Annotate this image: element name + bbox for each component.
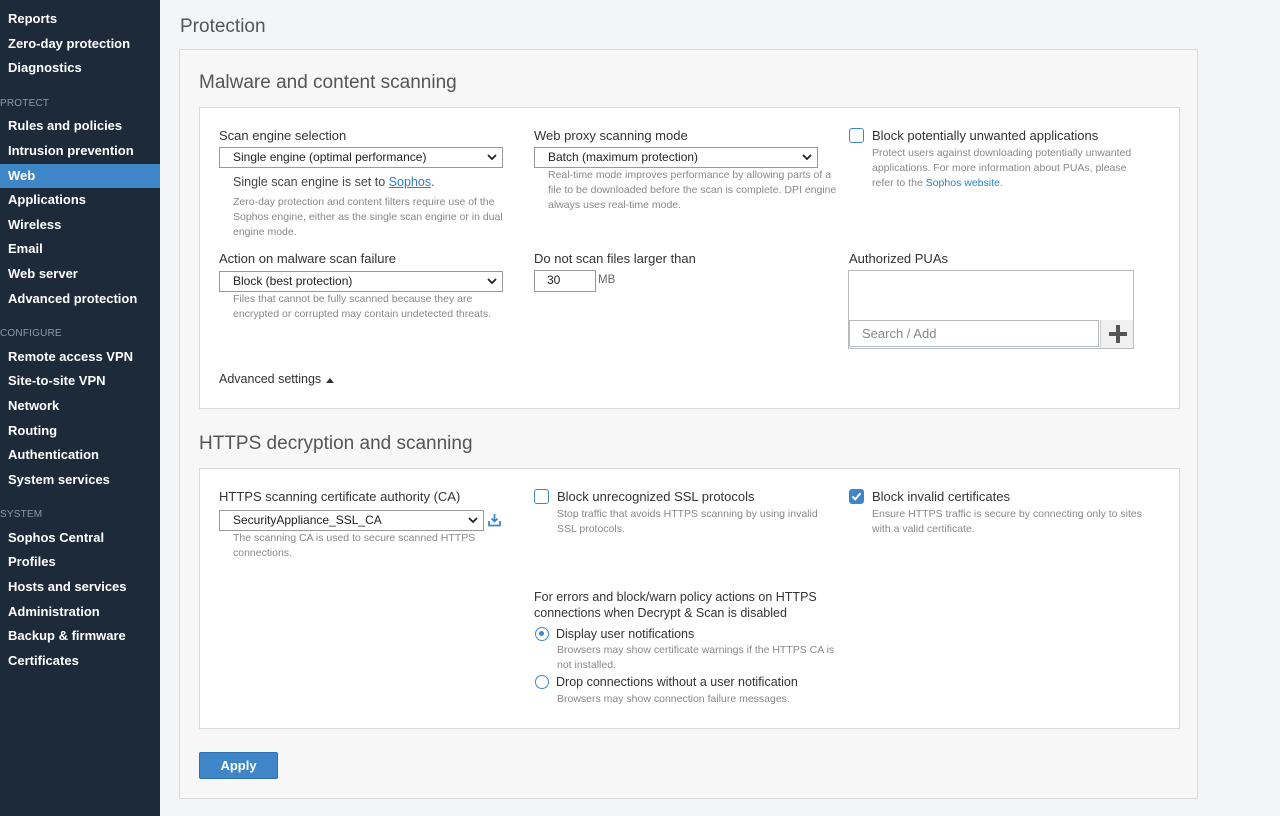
plus-icon xyxy=(1109,325,1127,343)
nav-section-configure: CONFIGURE xyxy=(0,328,62,339)
display-notifications-radio[interactable] xyxy=(535,627,549,641)
scan-failure-help: Files that cannot be fully scanned becau… xyxy=(233,293,491,320)
nav-item-email[interactable]: Email xyxy=(0,237,160,261)
nav-item-hosts-and-services[interactable]: Hosts and services xyxy=(0,575,160,599)
nav-item-advanced-protection[interactable]: Advanced protection xyxy=(0,287,160,311)
ca-value: SecurityAppliance_SSL_CA xyxy=(233,513,382,527)
block-pua-help: Protect users against downloading potent… xyxy=(872,146,1147,191)
pua-search-input[interactable]: Search / Add xyxy=(849,320,1099,347)
display-notifications-help: Browsers may show certificate warnings i… xyxy=(557,644,835,671)
drop-connections-label: Drop connections without a user notifica… xyxy=(556,675,798,689)
nav-item-zero-day-protection[interactable]: Zero-day protection xyxy=(0,32,160,56)
nav-item-network[interactable]: Network xyxy=(0,394,160,418)
scan-failure-select[interactable]: Block (best protection) xyxy=(219,271,503,292)
drop-connections-radio[interactable] xyxy=(535,675,549,689)
nav-item-applications[interactable]: Applications xyxy=(0,188,160,212)
advanced-settings-label: Advanced settings xyxy=(219,372,322,386)
block-ssl-label: Block unrecognized SSL protocols xyxy=(557,489,755,504)
ca-help: The scanning CA is used to secure scanne… xyxy=(233,532,476,559)
authorized-puas-label: Authorized PUAs xyxy=(849,251,948,266)
nav-item-reports[interactable]: Reports xyxy=(0,7,160,31)
proxy-mode-select[interactable]: Batch (maximum protection) xyxy=(534,147,818,168)
scan-engine-note-period: . xyxy=(431,175,435,189)
nav-item-routing[interactable]: Routing xyxy=(0,419,160,443)
proxy-mode-value: Batch (maximum protection) xyxy=(548,150,699,164)
apply-button[interactable]: Apply xyxy=(199,752,278,779)
nav-item-diagnostics[interactable]: Diagnostics xyxy=(0,56,160,80)
chevron-down-icon xyxy=(802,154,812,161)
proxy-mode-help: Real-time mode improves performance by a… xyxy=(548,169,837,211)
chevron-down-icon xyxy=(487,154,497,161)
add-pua-button[interactable] xyxy=(1100,320,1133,348)
scan-engine-label: Scan engine selection xyxy=(219,128,347,143)
max-size-label: Do not scan files larger than xyxy=(534,251,696,266)
errors-heading-line1: For errors and block/warn policy actions… xyxy=(534,590,817,604)
nav-item-system-services[interactable]: System services xyxy=(0,468,160,492)
block-ssl-checkbox[interactable] xyxy=(534,489,549,504)
proxy-mode-label: Web proxy scanning mode xyxy=(534,128,688,143)
nav-item-sophos-central[interactable]: Sophos Central xyxy=(0,526,160,550)
scan-engine-value: Single engine (optimal performance) xyxy=(233,150,427,164)
max-size-unit: MB xyxy=(598,274,616,286)
caret-up-icon xyxy=(325,378,334,383)
nav-item-web[interactable]: Web xyxy=(0,164,160,188)
ca-select[interactable]: SecurityAppliance_SSL_CA xyxy=(219,510,484,531)
scan-failure-value: Block (best protection) xyxy=(233,274,353,288)
nav-item-wireless[interactable]: Wireless xyxy=(0,213,160,237)
sophos-website-link[interactable]: Sophos website xyxy=(926,177,1000,189)
download-ca-icon[interactable] xyxy=(488,513,501,527)
display-notifications-label: Display user notifications xyxy=(556,627,695,641)
sidebar: Reports Zero-day protection Diagnostics … xyxy=(0,0,160,816)
nav-section-system: SYSTEM xyxy=(0,509,43,520)
scan-engine-select[interactable]: Single engine (optimal performance) xyxy=(219,147,503,168)
nav-item-backup-firmware[interactable]: Backup & firmware xyxy=(0,624,160,648)
nav-item-site-to-site-vpn[interactable]: Site-to-site VPN xyxy=(0,369,160,393)
block-pua-label: Block potentially unwanted applications xyxy=(872,128,1099,143)
block-ssl-help: Stop traffic that avoids HTTPS scanning … xyxy=(557,508,818,535)
scan-engine-note-text: Single scan engine is set to xyxy=(233,175,386,189)
scan-engine-help: Zero-day protection and content filters … xyxy=(233,196,503,238)
nav-item-remote-access-vpn[interactable]: Remote access VPN xyxy=(0,345,160,369)
scan-failure-label: Action on malware scan failure xyxy=(219,251,397,266)
nav-item-rules-and-policies[interactable]: Rules and policies xyxy=(0,114,160,138)
page-title: Protection xyxy=(180,16,266,37)
nav-item-administration[interactable]: Administration xyxy=(0,600,160,624)
checkmark-icon xyxy=(851,492,862,501)
nav-item-authentication[interactable]: Authentication xyxy=(0,443,160,467)
block-invalid-cert-help: Ensure HTTPS traffic is secure by connec… xyxy=(872,508,1143,535)
nav-item-intrusion-prevention[interactable]: Intrusion prevention xyxy=(0,139,160,163)
block-pua-help-end: . xyxy=(999,177,1003,189)
max-size-input[interactable]: 30 xyxy=(534,270,596,292)
block-invalid-cert-label: Block invalid certificates xyxy=(872,489,1010,504)
errors-heading-line2: connections when Decrypt & Scan is disab… xyxy=(534,606,787,620)
https-section-title: HTTPS decryption and scanning xyxy=(199,433,473,454)
nav-section-protect: PROTECT xyxy=(0,98,50,109)
ca-label: HTTPS scanning certificate authority (CA… xyxy=(219,489,461,504)
nav-item-profiles[interactable]: Profiles xyxy=(0,550,160,574)
block-pua-checkbox[interactable] xyxy=(849,128,864,143)
chevron-down-icon xyxy=(487,278,497,285)
nav-item-certificates[interactable]: Certificates xyxy=(0,649,160,673)
scan-engine-note: Single scan engine is set to Sophos. xyxy=(233,175,435,189)
sophos-engine-link[interactable]: Sophos xyxy=(389,175,431,189)
malware-section-title: Malware and content scanning xyxy=(199,72,457,93)
nav-item-web-server[interactable]: Web server xyxy=(0,262,160,286)
drop-connections-help: Browsers may show connection failure mes… xyxy=(557,693,790,705)
block-invalid-cert-checkbox[interactable] xyxy=(849,489,864,504)
advanced-settings-toggle[interactable]: Advanced settings xyxy=(219,372,334,386)
chevron-down-icon xyxy=(468,517,478,524)
